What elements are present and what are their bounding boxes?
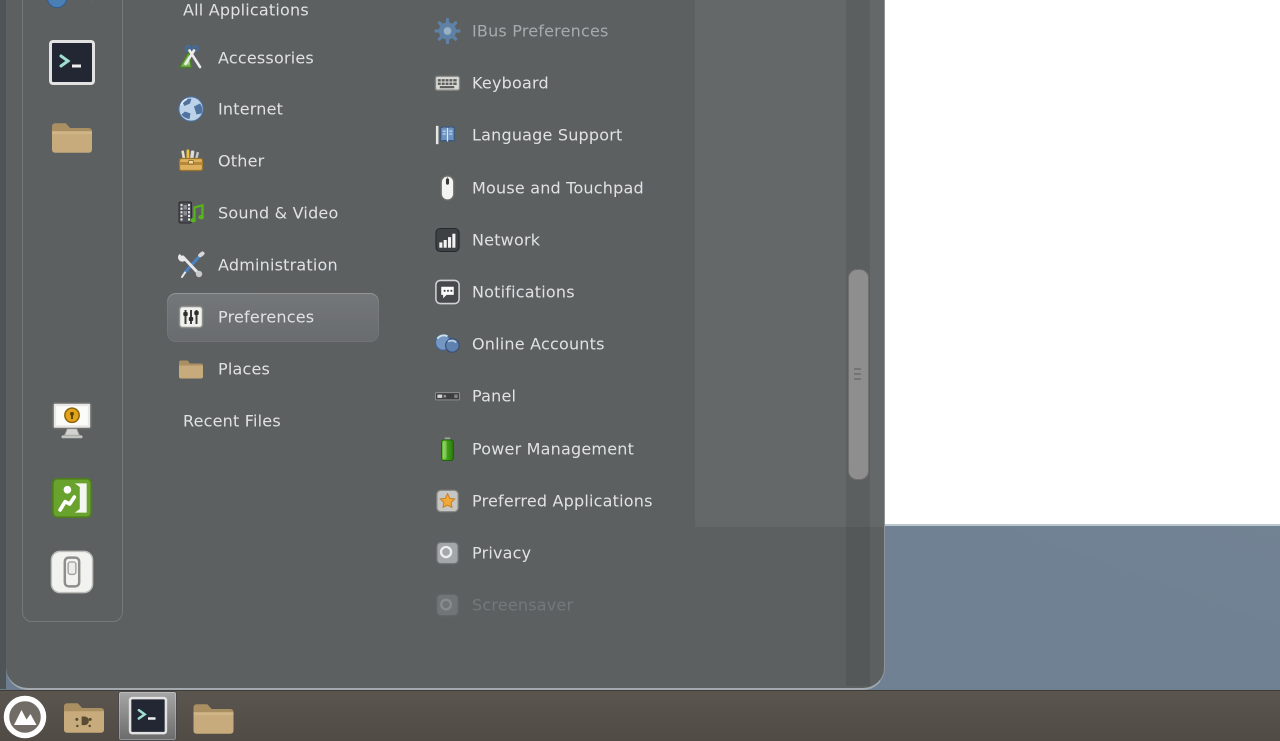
menu-item-label: Keyboard xyxy=(472,74,549,93)
screen: All Applications Accessories Internet Other… xyxy=(0,0,1280,741)
menu-item-label: Network xyxy=(472,231,540,250)
language-icon xyxy=(434,122,461,149)
online-accounts-icon xyxy=(434,331,461,358)
preferences-icon xyxy=(177,303,205,331)
category-preferences[interactable]: Preferences xyxy=(167,293,379,342)
scrollbar-thumb[interactable] xyxy=(848,269,869,480)
terminal-icon xyxy=(128,696,168,736)
folder-icon xyxy=(49,117,95,157)
menu-item-panel[interactable]: Panel xyxy=(426,372,698,420)
category-accessories[interactable]: Accessories xyxy=(167,34,379,83)
applications-menu: All Applications Accessories Internet Other… xyxy=(6,0,885,690)
menu-item-label: Panel xyxy=(472,387,516,406)
taskbar xyxy=(0,690,1280,741)
menu-item-label: Preferred Applications xyxy=(472,492,653,511)
terminal-icon xyxy=(48,39,96,87)
sound-video-icon xyxy=(177,199,205,227)
menu-item-notifications[interactable]: Notifications xyxy=(426,268,698,316)
preferred-apps-icon xyxy=(434,488,461,515)
folder-icon xyxy=(190,698,237,738)
category-recent-files[interactable]: Recent Files xyxy=(167,397,379,446)
menu-item-label: Online Accounts xyxy=(472,335,605,354)
category-label: Places xyxy=(218,360,270,379)
privacy-icon xyxy=(434,540,461,567)
category-label: All Applications xyxy=(183,1,309,20)
sidebar-button-app-partial-top-1[interactable] xyxy=(46,0,68,9)
menu-item-language-support[interactable]: Language Support xyxy=(426,111,698,159)
accessories-icon xyxy=(177,44,205,72)
power-icon xyxy=(434,436,461,463)
category-other[interactable]: Other xyxy=(167,137,379,186)
lockscreen-icon xyxy=(49,398,95,444)
folder-badge-icon xyxy=(61,697,107,737)
internet-icon xyxy=(177,95,205,123)
menu-item-label: IBus Preferences xyxy=(472,22,609,41)
sidebar-button-files[interactable] xyxy=(49,117,95,157)
other-icon xyxy=(177,147,205,175)
menu-item-label: Notifications xyxy=(472,283,575,302)
category-label: Accessories xyxy=(218,49,314,68)
category-label: Other xyxy=(218,152,264,171)
menu-item-online-accounts[interactable]: Online Accounts xyxy=(426,320,698,368)
ibus-icon xyxy=(434,18,461,45)
sidebar-button-terminal[interactable] xyxy=(48,39,96,87)
menu-item-label: Language Support xyxy=(472,126,623,145)
sphere-partial-icon xyxy=(46,0,68,9)
menu-item-mouse-touchpad[interactable]: Mouse and Touchpad xyxy=(426,164,698,212)
taskbar-folder-window-2[interactable] xyxy=(190,698,237,738)
category-administration[interactable]: Administration xyxy=(167,241,379,290)
sidebar-button-app-partial-top-2[interactable] xyxy=(74,0,98,11)
menu-item-network[interactable]: Network xyxy=(426,216,698,264)
category-label: Internet xyxy=(218,100,283,119)
category-label: Sound & Video xyxy=(218,204,338,223)
claw-partial-icon xyxy=(74,0,98,11)
category-label: Preferences xyxy=(218,308,314,327)
mouse-icon xyxy=(434,175,461,202)
category-label: Recent Files xyxy=(183,412,281,431)
menu-item-label: Privacy xyxy=(472,544,531,563)
menu-item-keyboard[interactable]: Keyboard xyxy=(426,59,698,107)
menu-sidebar xyxy=(22,0,123,622)
menu-item-label: Screensaver xyxy=(472,596,573,615)
menu-item-label: Power Management xyxy=(472,440,634,459)
notifications-icon xyxy=(434,279,461,306)
network-icon xyxy=(434,227,461,254)
category-internet[interactable]: Internet xyxy=(167,85,379,134)
category-label: Administration xyxy=(218,256,338,275)
sidebar-button-lock-screen[interactable] xyxy=(49,398,95,444)
menu-item-label: Mouse and Touchpad xyxy=(472,179,644,198)
keyboard-icon xyxy=(434,70,461,97)
administration-icon xyxy=(177,251,205,279)
menu-item-preferred-applications[interactable]: Preferred Applications xyxy=(426,477,698,525)
category-sound-video[interactable]: Sound & Video xyxy=(167,189,379,238)
menu-item-screensaver[interactable]: Screensaver xyxy=(426,581,698,629)
places-icon xyxy=(177,355,205,383)
menu-item-privacy[interactable]: Privacy xyxy=(426,529,698,577)
taskbar-folder-window[interactable] xyxy=(61,697,107,737)
screensaver-icon xyxy=(434,592,461,619)
taskbar-menu-button[interactable] xyxy=(3,695,47,739)
menu-item-ibus-preferences[interactable]: IBus Preferences xyxy=(426,7,698,55)
taskbar-terminal-window[interactable] xyxy=(118,691,177,741)
category-places[interactable]: Places xyxy=(167,345,379,394)
category-all-applications[interactable]: All Applications xyxy=(167,0,379,35)
menu-item-power-management[interactable]: Power Management xyxy=(426,425,698,473)
sidebar-button-logout[interactable] xyxy=(50,476,94,520)
logout-icon xyxy=(50,476,94,520)
background-window xyxy=(885,0,1280,526)
shutdown-icon xyxy=(49,549,95,595)
sidebar-button-shutdown[interactable] xyxy=(49,549,95,595)
mint-logo-icon xyxy=(3,695,47,739)
panel-icon xyxy=(434,383,461,410)
scrollbar-grip-icon xyxy=(854,368,861,380)
